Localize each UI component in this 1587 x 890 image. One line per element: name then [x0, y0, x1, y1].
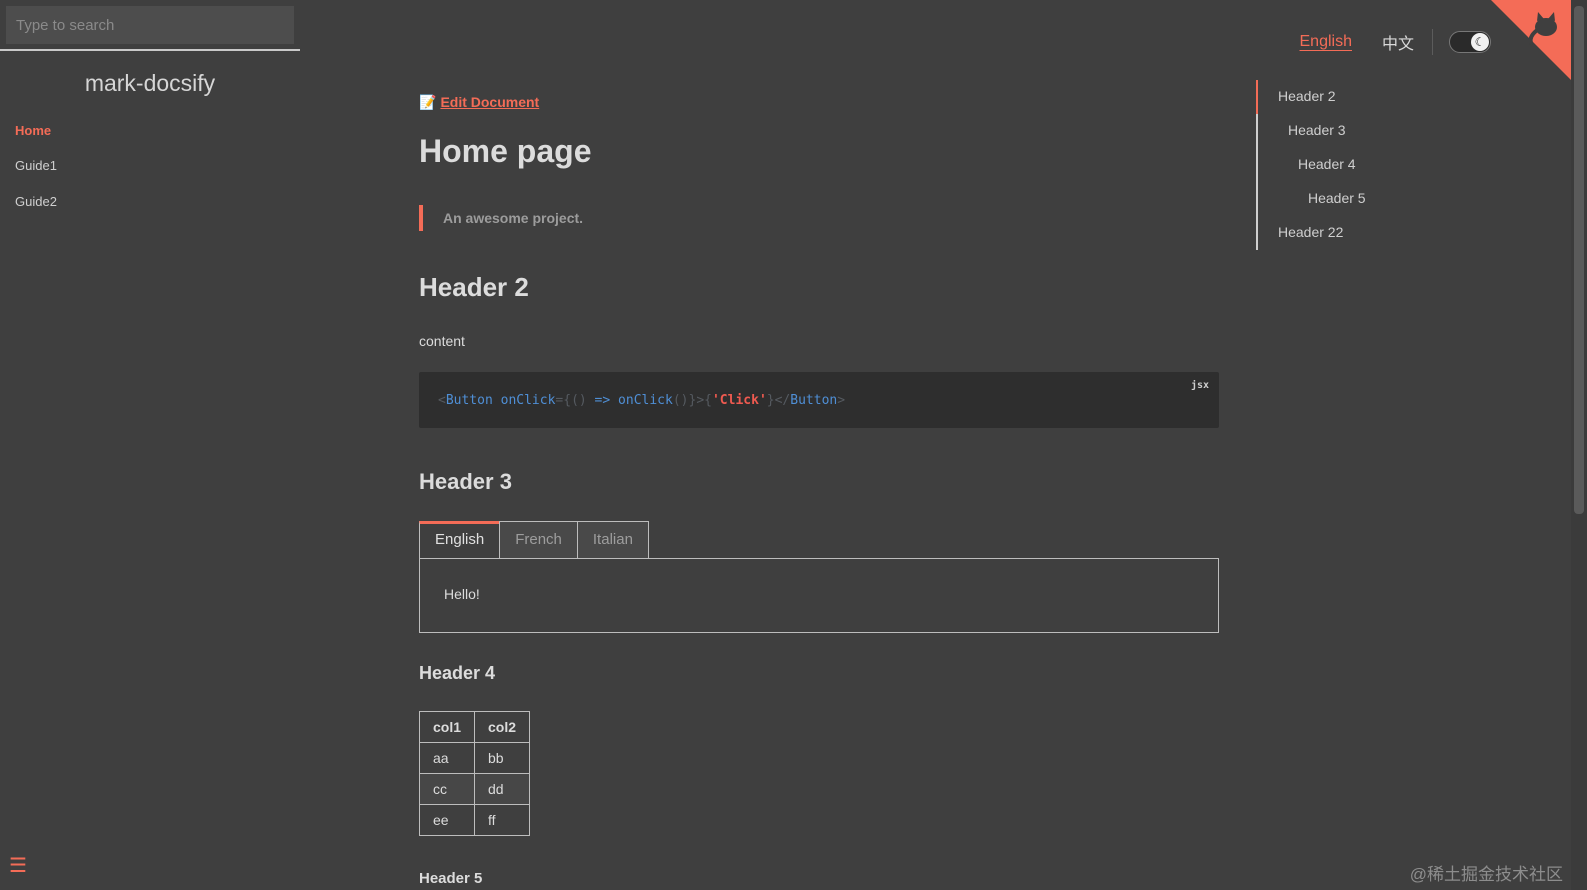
tab-english[interactable]: English	[419, 521, 501, 558]
sidebar-item-guide1[interactable]: Guide1	[15, 158, 57, 173]
code-token: >	[837, 393, 846, 408]
code-block: <Button onClick={() => onClick()}>{'Clic…	[419, 372, 1219, 428]
table-row: aa bb	[418, 742, 531, 774]
table-header-row: col1 col2	[418, 711, 531, 743]
theme-toggle[interactable]: ☾	[1449, 31, 1491, 53]
github-corner[interactable]	[1491, 0, 1571, 80]
search-container	[0, 0, 300, 51]
table-cell: cc	[418, 773, 476, 805]
table-header-cell: col1	[418, 711, 476, 743]
table-header-cell: col2	[474, 711, 531, 743]
code-lang-label: jsx	[1190, 380, 1209, 391]
code-token: {	[704, 393, 712, 408]
page-title: Home page	[419, 133, 592, 169]
nav-divider	[1432, 29, 1433, 55]
code-line: <Button onClick={() => onClick()}>{'Clic…	[438, 393, 845, 408]
tab-bar: English French Italian	[419, 521, 649, 558]
table-row: cc dd	[418, 773, 531, 805]
memo-icon: 📝	[419, 94, 437, 110]
header-2: Header 2	[419, 272, 529, 302]
header-5: Header 5	[419, 870, 483, 887]
table-cell: bb	[474, 742, 531, 774]
toc-item-header-4[interactable]: Header 4	[1298, 156, 1356, 172]
top-nav: English 中文 ☾	[1300, 29, 1491, 55]
sidebar-item-home[interactable]: Home	[15, 123, 51, 138]
code-token: =>	[586, 393, 611, 408]
toc-item-header-5[interactable]: Header 5	[1308, 190, 1366, 206]
toc-item-header-22[interactable]: Header 22	[1278, 224, 1343, 240]
code-token: <	[438, 393, 446, 408]
code-token: 'Click'	[711, 393, 767, 408]
lang-chinese-link[interactable]: 中文	[1382, 30, 1414, 54]
tab-panel: Hello!	[419, 558, 1219, 633]
code-token: onClick	[500, 393, 556, 408]
table-cell: aa	[418, 742, 476, 774]
scrollbar-thumb[interactable]	[1574, 6, 1584, 514]
paragraph: content	[419, 333, 465, 349]
code-token: }</	[766, 393, 791, 408]
toc-active-indicator	[1256, 80, 1258, 114]
blockquote: An awesome project.	[419, 205, 583, 231]
code-token: onClick	[618, 393, 673, 408]
toc: Header 2 Header 3 Header 4 Header 5 Head…	[1256, 80, 1458, 250]
sidebar-item-guide2[interactable]: Guide2	[15, 194, 57, 209]
tab-french[interactable]: French	[499, 521, 578, 558]
table-cell: dd	[474, 773, 531, 805]
tab-panel-text: Hello!	[444, 586, 480, 602]
toc-item-header-3[interactable]: Header 3	[1288, 122, 1346, 138]
edit-document-link[interactable]: 📝 Edit Document	[419, 94, 539, 111]
data-table: col1 col2 aa bb cc dd ee ff	[418, 711, 531, 836]
scrollbar[interactable]	[1571, 0, 1587, 890]
header-4: Header 4	[419, 663, 496, 683]
app-name[interactable]: mark-docsify	[0, 70, 300, 97]
moon-icon: ☾	[1471, 33, 1489, 51]
toc-item-header-2[interactable]: Header 2	[1278, 88, 1336, 104]
code-token: ={()	[555, 393, 587, 408]
code-token: Button	[445, 393, 493, 408]
header-3: Header 3	[419, 469, 512, 494]
code-token: ()}>	[672, 393, 705, 408]
tab-italian[interactable]: Italian	[576, 521, 649, 558]
lang-english-link[interactable]: English	[1300, 33, 1352, 51]
table-row: ee ff	[418, 804, 531, 836]
code-token: Button	[790, 393, 838, 408]
table-cell: ee	[418, 804, 476, 836]
watermark: @稀土掘金技术社区	[1409, 865, 1563, 884]
hamburger-icon[interactable]: ☰	[9, 856, 27, 876]
sidebar: mark-docsify Home Guide1 Guide2 ☰	[0, 0, 300, 890]
edit-document-label: Edit Document	[440, 94, 540, 110]
table-cell: ff	[474, 804, 531, 836]
search-input[interactable]	[6, 6, 294, 44]
